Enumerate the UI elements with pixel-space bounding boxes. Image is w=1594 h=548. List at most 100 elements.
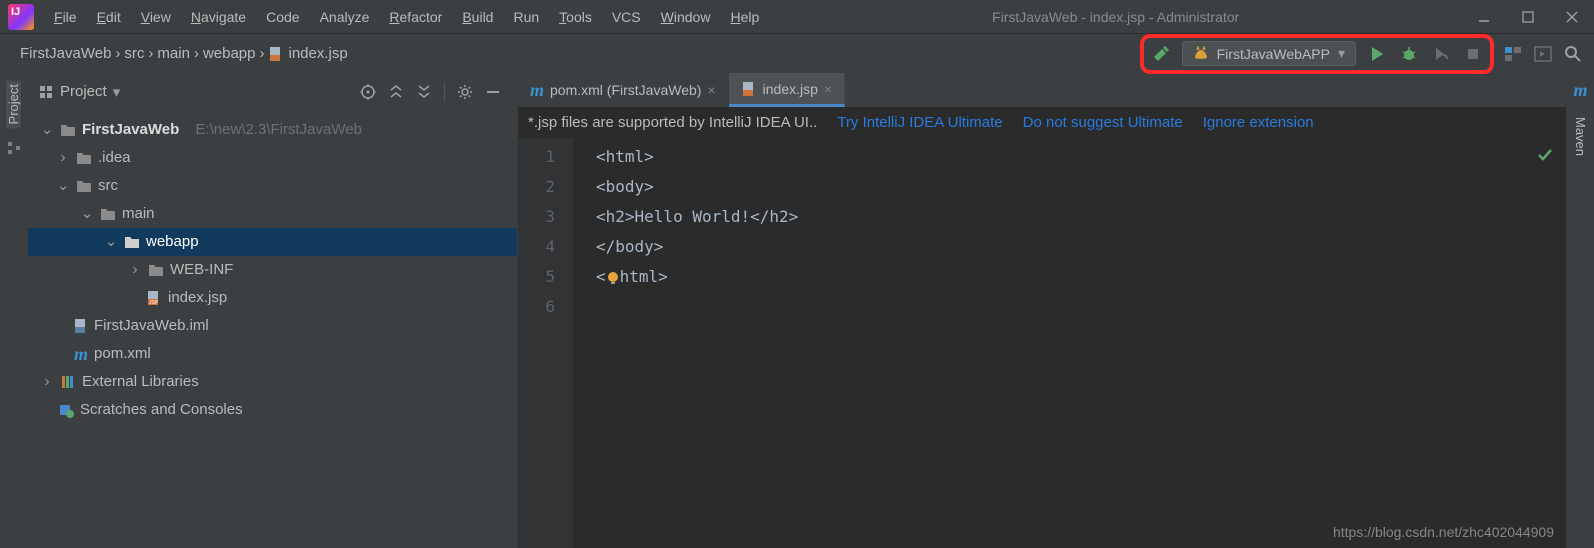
- banner-link-try[interactable]: Try IntelliJ IDEA Ultimate: [837, 114, 1002, 131]
- banner-link-ignore[interactable]: Ignore extension: [1203, 114, 1314, 131]
- menu-tools[interactable]: Tools: [549, 0, 602, 34]
- crumb-2[interactable]: main: [153, 45, 194, 62]
- folder-icon: [148, 263, 164, 277]
- project-icon: [38, 84, 54, 100]
- tool-maven-tab[interactable]: Maven: [1573, 113, 1588, 160]
- run-config-label: FirstJavaWebAPP: [1217, 46, 1330, 62]
- notification-banner: *.jsp files are supported by IntelliJ ID…: [518, 108, 1566, 138]
- code-line[interactable]: <html>: [596, 142, 1566, 172]
- collapse-all-icon[interactable]: [410, 84, 438, 100]
- editor-gutter: 123456: [518, 138, 574, 548]
- crumb-0[interactable]: FirstJavaWeb: [16, 45, 115, 62]
- crumb-4[interactable]: index.jsp: [264, 45, 351, 62]
- tree-node-label: main: [122, 200, 155, 228]
- folder-icon: [76, 151, 92, 165]
- chevron-down-icon: ⌄: [40, 116, 54, 144]
- code-line[interactable]: <html>: [596, 262, 1566, 292]
- code-editor[interactable]: 123456 <html><body><h2>Hello World!</h2>…: [518, 138, 1566, 548]
- gear-icon[interactable]: [451, 84, 479, 100]
- tree-node-indexjsp[interactable]: JSP index.jsp: [28, 284, 517, 312]
- breadcrumb[interactable]: FirstJavaWeb›src›main›webapp›index.jsp: [0, 45, 352, 62]
- run-anything-icon[interactable]: [1532, 43, 1554, 65]
- folder-icon: [124, 235, 140, 249]
- project-tree[interactable]: ⌄ FirstJavaWeb E:\new\2.3\FirstJavaWeb ›…: [28, 110, 517, 424]
- chevron-right-icon: ›: [40, 368, 54, 396]
- tree-node-pom[interactable]: m pom.xml: [28, 340, 517, 368]
- nav-toolbar: FirstJavaWeb›src›main›webapp›index.jsp F…: [0, 34, 1594, 74]
- run-with-coverage-button[interactable]: [1430, 43, 1452, 65]
- tree-node-iml[interactable]: FirstJavaWeb.iml: [28, 312, 517, 340]
- structure-icon[interactable]: [6, 140, 22, 156]
- maximize-button[interactable]: [1506, 0, 1550, 34]
- banner-link-dismiss[interactable]: Do not suggest Ultimate: [1023, 114, 1183, 131]
- tree-node-external-libs[interactable]: › External Libraries: [28, 368, 517, 396]
- editor-code[interactable]: <html><body><h2>Hello World!</h2></body>…: [574, 138, 1566, 548]
- chevron-right-icon: ›: [56, 144, 70, 172]
- code-line[interactable]: </body>: [596, 232, 1566, 262]
- editor-tabs: mpom.xml (FirstJavaWeb)×index.jsp×: [518, 74, 1566, 108]
- folder-icon: [76, 179, 92, 193]
- search-everywhere-icon[interactable]: [1562, 43, 1584, 65]
- menu-run[interactable]: Run: [503, 0, 549, 34]
- window-title: FirstJavaWeb - index.jsp - Administrator: [769, 9, 1462, 25]
- svg-text:JSP: JSP: [149, 300, 159, 306]
- code-line[interactable]: <h2>Hello World!</h2>: [596, 202, 1566, 232]
- editor-tab-1[interactable]: index.jsp×: [729, 73, 845, 107]
- tab-label: pom.xml (FirstJavaWeb): [550, 82, 701, 98]
- tree-node-label: External Libraries: [82, 368, 199, 396]
- close-icon[interactable]: ×: [707, 82, 715, 98]
- menu-file[interactable]: File: [44, 0, 87, 34]
- gutter-line: 2: [518, 172, 555, 202]
- minimize-button[interactable]: [1462, 0, 1506, 34]
- tree-node-webinf[interactable]: › WEB-INF: [28, 256, 517, 284]
- menu-view[interactable]: View: [131, 0, 181, 34]
- tomcat-icon: [1193, 46, 1209, 62]
- menu-edit[interactable]: Edit: [87, 0, 131, 34]
- locate-icon[interactable]: [354, 84, 382, 100]
- gutter-line: 5: [518, 262, 555, 292]
- debug-button[interactable]: [1398, 43, 1420, 65]
- menu-navigate[interactable]: Navigate: [181, 0, 256, 34]
- tool-project-tab[interactable]: Project: [6, 80, 21, 128]
- project-tree-title-label: Project: [60, 83, 107, 100]
- tree-root-label: FirstJavaWeb: [82, 116, 179, 144]
- window-buttons: [1462, 0, 1594, 34]
- run-button[interactable]: [1366, 43, 1388, 65]
- project-tree-title[interactable]: Project ▾: [38, 83, 120, 101]
- inspection-ok-icon[interactable]: [1536, 146, 1554, 164]
- menu-vcs[interactable]: VCS: [602, 0, 651, 34]
- intention-bulb-icon[interactable]: [606, 271, 620, 285]
- crumb-3[interactable]: webapp: [199, 45, 260, 62]
- crumb-1[interactable]: src: [120, 45, 148, 62]
- run-config-dropdown[interactable]: FirstJavaWebAPP ▾: [1182, 41, 1356, 66]
- build-hammer-icon[interactable]: [1150, 43, 1172, 65]
- close-icon[interactable]: ×: [824, 81, 832, 97]
- chevron-down-icon: ⌄: [104, 228, 118, 256]
- tree-node-main[interactable]: ⌄ main: [28, 200, 517, 228]
- chevron-down-icon: ⌄: [80, 200, 94, 228]
- menu-analyze[interactable]: Analyze: [310, 0, 380, 34]
- tree-node-src[interactable]: ⌄ src: [28, 172, 517, 200]
- menu-window[interactable]: Window: [651, 0, 721, 34]
- maven-icon: m: [530, 80, 544, 101]
- stop-button[interactable]: [1462, 43, 1484, 65]
- expand-all-icon[interactable]: [382, 84, 410, 100]
- main-area: Project Project ▾ ⌄ FirstJavaWeb: [0, 74, 1594, 548]
- menu-build[interactable]: Build: [452, 0, 503, 34]
- project-structure-icon[interactable]: [1502, 43, 1524, 65]
- tree-node-webapp[interactable]: ⌄ webapp: [28, 228, 517, 256]
- close-button[interactable]: [1550, 0, 1594, 34]
- tree-node-idea[interactable]: › .idea: [28, 144, 517, 172]
- gutter-line: 4: [518, 232, 555, 262]
- tree-node-label: webapp: [146, 228, 199, 256]
- tree-root[interactable]: ⌄ FirstJavaWeb E:\new\2.3\FirstJavaWeb: [28, 116, 517, 144]
- tree-node-label: pom.xml: [94, 340, 151, 368]
- hide-panel-icon[interactable]: [479, 84, 507, 100]
- jsp-file-icon: [741, 81, 757, 97]
- menu-help[interactable]: Help: [720, 0, 769, 34]
- code-line[interactable]: <body>: [596, 172, 1566, 202]
- menu-refactor[interactable]: Refactor: [379, 0, 452, 34]
- tree-node-scratches[interactable]: Scratches and Consoles: [28, 396, 517, 424]
- editor-tab-0[interactable]: m pom.xml (FirstJavaWeb) ×: [518, 73, 729, 107]
- menu-code[interactable]: Code: [256, 0, 309, 34]
